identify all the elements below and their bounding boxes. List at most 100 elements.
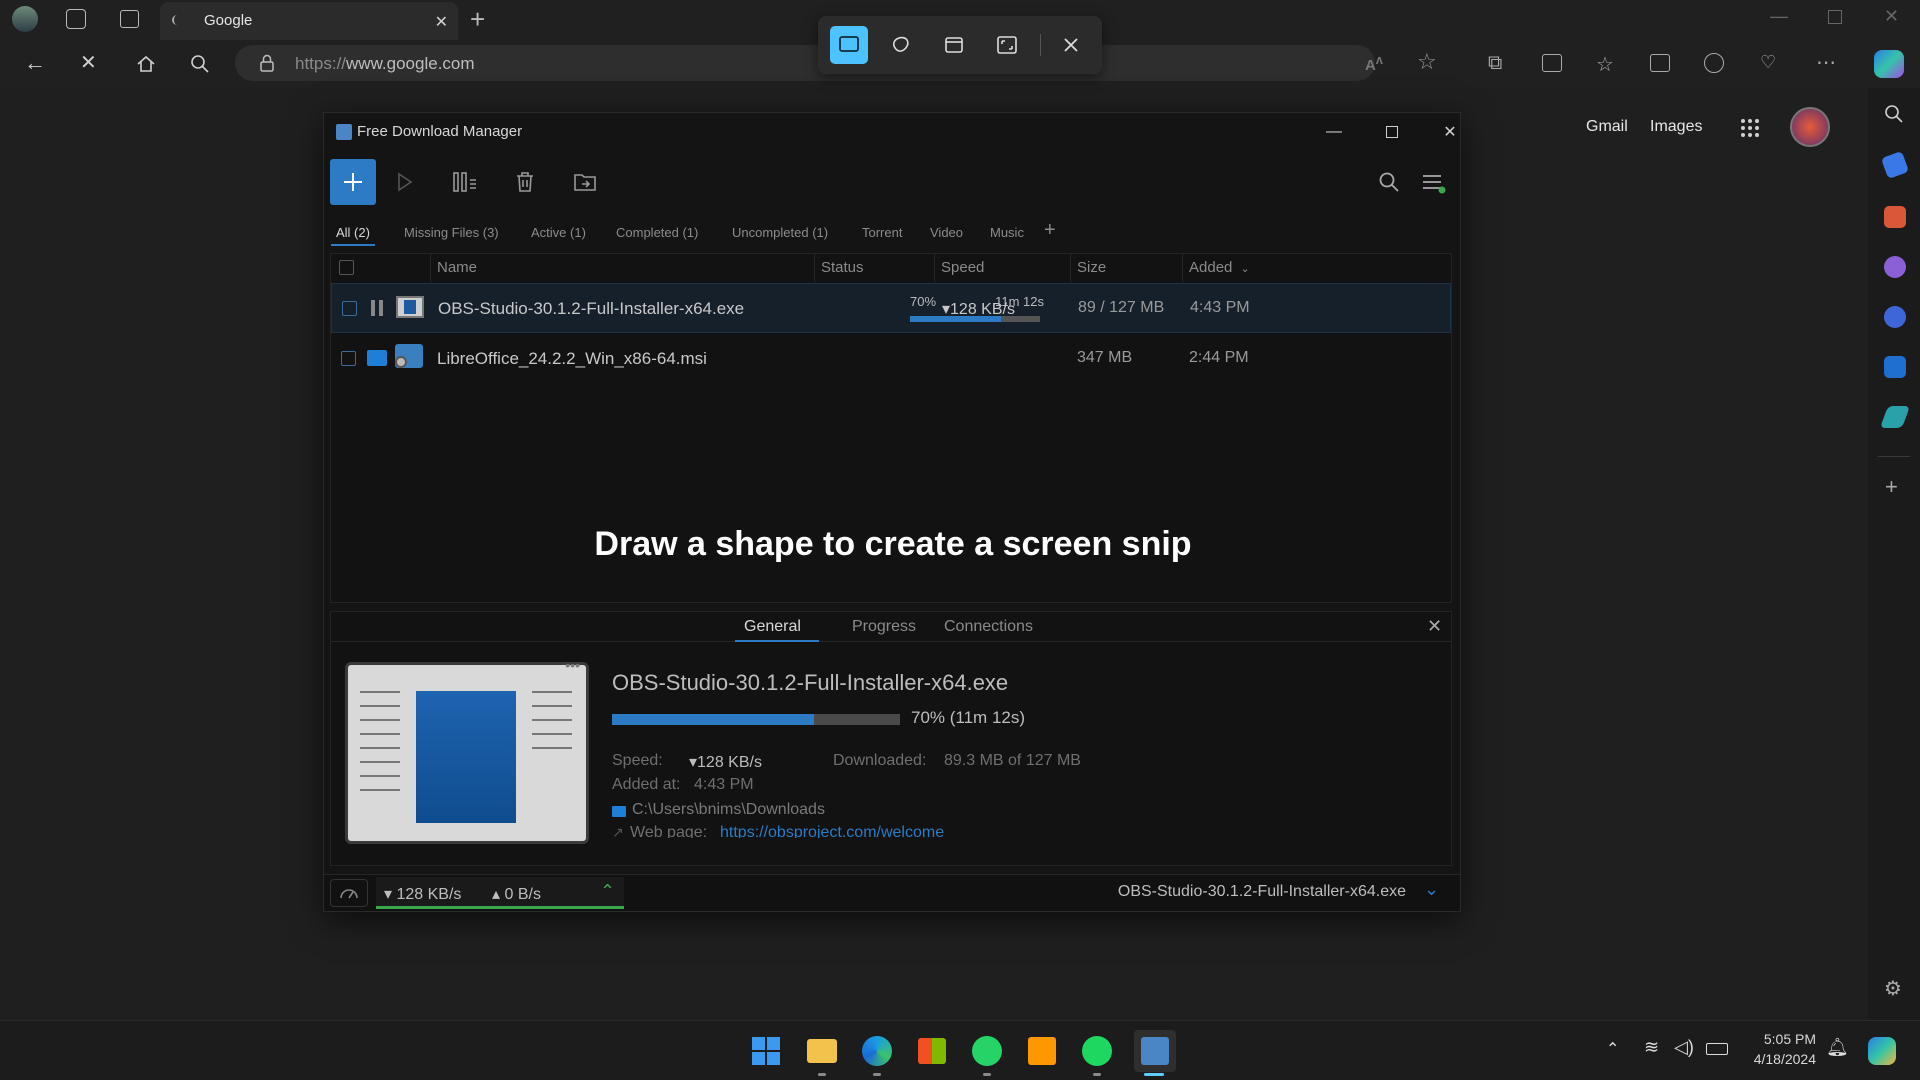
sidebar-search-icon[interactable] bbox=[1884, 104, 1904, 124]
favorites-icon[interactable]: ☆ bbox=[1596, 52, 1614, 77]
resume-button[interactable] bbox=[382, 159, 428, 205]
copilot-icon[interactable] bbox=[1874, 50, 1904, 78]
filter-video[interactable]: Video bbox=[930, 225, 963, 240]
close-tab-icon[interactable]: ✕ bbox=[435, 12, 448, 32]
performance-icon[interactable]: ♡ bbox=[1760, 52, 1776, 73]
filter-uncompleted[interactable]: Uncompleted (1) bbox=[732, 225, 828, 240]
close-window-icon[interactable]: ✕ bbox=[1884, 6, 1899, 27]
add-sidebar-app-icon[interactable]: + bbox=[1885, 474, 1898, 500]
fullscreen-snip-button[interactable] bbox=[988, 26, 1026, 64]
freeform-snip-button[interactable] bbox=[882, 26, 920, 64]
favorite-star-icon[interactable]: ☆ bbox=[1417, 49, 1437, 75]
search-icon[interactable] bbox=[190, 54, 210, 74]
url-text[interactable]: https://www.google.com bbox=[295, 54, 475, 74]
home-icon[interactable] bbox=[136, 54, 156, 74]
read-aloud-icon[interactable]: Aʌ bbox=[1365, 53, 1383, 74]
copilot-taskbar-icon[interactable] bbox=[1868, 1037, 1896, 1065]
filter-active[interactable]: Active (1) bbox=[531, 225, 586, 240]
filter-completed[interactable]: Completed (1) bbox=[616, 225, 698, 240]
extensions-icon[interactable]: ⧉ bbox=[1488, 52, 1502, 75]
current-file-name[interactable]: OBS-Studio-30.1.2-Full-Installer-x64.exe bbox=[1106, 883, 1406, 901]
row-checkbox[interactable] bbox=[342, 301, 357, 316]
filter-all[interactable]: All (2) bbox=[336, 225, 370, 240]
copilot-app-icon[interactable] bbox=[1884, 306, 1906, 328]
tab-connections[interactable]: Connections bbox=[944, 618, 1033, 636]
google-apps-icon[interactable] bbox=[1740, 118, 1760, 138]
add-filter-icon[interactable]: + bbox=[1044, 219, 1056, 242]
microsoft-store-icon[interactable] bbox=[914, 1033, 950, 1069]
sublime-text-icon[interactable] bbox=[1024, 1033, 1060, 1069]
outlook-icon[interactable] bbox=[1884, 356, 1906, 378]
fdm-search-button[interactable] bbox=[1366, 159, 1412, 205]
delete-button[interactable] bbox=[502, 159, 548, 205]
collections-icon[interactable] bbox=[1650, 54, 1670, 72]
history-icon[interactable] bbox=[1704, 53, 1724, 73]
filter-music[interactable]: Music bbox=[990, 225, 1024, 240]
close-details-icon[interactable]: ✕ bbox=[1427, 616, 1442, 637]
volume-icon[interactable]: ◁) bbox=[1674, 1037, 1694, 1058]
column-status[interactable]: Status bbox=[815, 254, 935, 282]
fdm-close-button[interactable]: ✕ bbox=[1430, 119, 1470, 145]
move-to-folder-button[interactable] bbox=[562, 159, 608, 205]
tab-actions-icon[interactable] bbox=[120, 10, 139, 28]
download-folder-path[interactable]: C:\Users\bnims\Downloads bbox=[632, 801, 825, 819]
more-menu-icon[interactable]: ⋯ bbox=[1816, 50, 1836, 75]
profile-avatar[interactable] bbox=[12, 6, 38, 32]
filter-missing-files[interactable]: Missing Files (3) bbox=[404, 225, 499, 240]
images-link[interactable]: Images bbox=[1650, 118, 1702, 136]
rectangle-snip-button[interactable] bbox=[830, 26, 868, 64]
download-row[interactable]: LibreOffice_24.2.2_Win_x86-64.msi 347 MB… bbox=[331, 334, 1451, 384]
wifi-icon[interactable]: ≋ bbox=[1644, 1037, 1659, 1058]
tab-general[interactable]: General bbox=[744, 618, 801, 636]
file-explorer-icon[interactable] bbox=[804, 1033, 840, 1069]
column-added[interactable]: Added ⌄ bbox=[1183, 254, 1453, 282]
fdm-minimize-button[interactable]: — bbox=[1314, 119, 1354, 145]
split-screen-icon[interactable] bbox=[1542, 54, 1562, 72]
send-drop-icon[interactable] bbox=[1879, 406, 1911, 428]
sidebar-settings-icon[interactable]: ⚙ bbox=[1884, 976, 1902, 1001]
back-icon[interactable]: ← bbox=[24, 50, 46, 76]
gmail-link[interactable]: Gmail bbox=[1586, 118, 1628, 136]
chevron-down-icon[interactable]: ⌄ bbox=[1424, 879, 1439, 900]
start-windows-icon[interactable] bbox=[748, 1033, 784, 1069]
games-icon[interactable] bbox=[1884, 256, 1906, 278]
show-hidden-icons-chevron[interactable]: ⌃ bbox=[1606, 1039, 1619, 1059]
add-download-button[interactable] bbox=[330, 159, 376, 205]
minimize-window-icon[interactable]: — bbox=[1770, 6, 1788, 27]
tab-progress[interactable]: Progress bbox=[852, 618, 916, 636]
whatsapp-icon[interactable] bbox=[969, 1033, 1005, 1069]
pause-button[interactable] bbox=[442, 159, 488, 205]
fdm-menu-button[interactable] bbox=[1410, 159, 1456, 205]
column-speed[interactable]: Speed bbox=[935, 254, 1071, 282]
battery-icon[interactable] bbox=[1706, 1043, 1728, 1055]
shopping-tag-icon[interactable] bbox=[1880, 150, 1910, 180]
free-download-manager-icon[interactable] bbox=[1134, 1030, 1176, 1072]
stop-loading-icon[interactable]: ✕ bbox=[80, 50, 97, 75]
google-account-avatar[interactable] bbox=[1790, 107, 1830, 147]
clock-time[interactable]: 5:05 PM bbox=[1740, 1031, 1816, 1047]
pause-icon[interactable] bbox=[370, 299, 384, 317]
spotify-icon[interactable] bbox=[1079, 1033, 1115, 1069]
header-select-all[interactable] bbox=[331, 254, 431, 282]
column-name[interactable]: Name bbox=[431, 254, 815, 282]
webpage-link[interactable]: https://obsproject.com/welcome bbox=[720, 824, 944, 838]
traffic-speed-box[interactable]: ▾ 128 KB/s ▴ 0 B/s ⌃ bbox=[376, 877, 624, 909]
new-tab-icon[interactable]: + bbox=[470, 4, 485, 35]
tab-google[interactable]: Google ✕ bbox=[160, 2, 458, 40]
download-row[interactable]: OBS-Studio-30.1.2-Full-Installer-x64.exe… bbox=[331, 283, 1451, 333]
edge-browser-icon[interactable] bbox=[859, 1033, 895, 1069]
column-size[interactable]: Size bbox=[1071, 254, 1183, 282]
folder-icon[interactable] bbox=[367, 350, 387, 366]
workspaces-icon[interactable] bbox=[66, 9, 86, 29]
address-bar[interactable]: https://www.google.com Aʌ ☆ bbox=[235, 45, 1437, 81]
close-snip-button[interactable] bbox=[1052, 26, 1090, 64]
notifications-bell-icon[interactable]: 🔔︎ bbox=[1826, 1037, 1849, 1058]
chevron-up-icon[interactable]: ⌃ bbox=[600, 881, 615, 902]
fdm-maximize-button[interactable] bbox=[1372, 119, 1412, 145]
restore-window-icon[interactable] bbox=[1828, 10, 1842, 24]
speed-limit-button[interactable] bbox=[330, 879, 368, 907]
row-checkbox[interactable] bbox=[341, 351, 356, 366]
filter-torrent[interactable]: Torrent bbox=[862, 225, 902, 240]
select-all-checkbox[interactable] bbox=[339, 260, 354, 275]
clock-date[interactable]: 4/18/2024 bbox=[1740, 1051, 1816, 1067]
